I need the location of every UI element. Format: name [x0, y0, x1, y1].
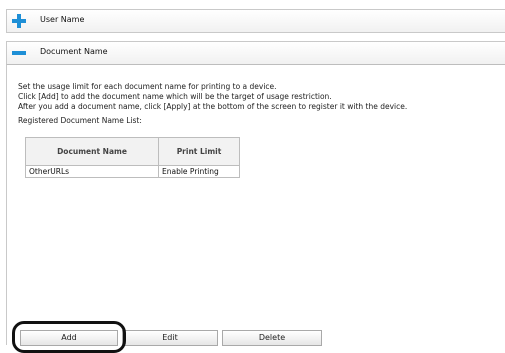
section-document-name-label: Document Name	[40, 47, 108, 56]
description-line-2: Click [Add] to add the document name whi…	[18, 92, 332, 101]
section-document-name[interactable]: Document Name	[6, 41, 505, 65]
section-user-name-label: User Name	[40, 15, 85, 24]
cell-document-name: OtherURLs	[25, 165, 159, 178]
table-row[interactable]: OtherURLs Enable Printing	[25, 165, 240, 178]
list-title: Registered Document Name List:	[18, 116, 142, 125]
description-line-1: Set the usage limit for each document na…	[18, 82, 277, 91]
minus-icon	[12, 51, 26, 55]
section-user-name[interactable]: User Name	[6, 9, 505, 33]
add-button[interactable]: Add	[20, 330, 118, 346]
table-header-row: Document Name Print Limit	[25, 137, 240, 166]
column-header-print-limit[interactable]: Print Limit	[158, 137, 240, 166]
column-header-document-name[interactable]: Document Name	[25, 137, 159, 166]
cell-print-limit: Enable Printing	[158, 165, 240, 178]
document-name-table: Document Name Print Limit OtherURLs Enab…	[25, 137, 240, 178]
delete-button[interactable]: Delete	[222, 330, 322, 346]
edit-button[interactable]: Edit	[122, 330, 218, 346]
description-line-3: After you add a document name, click [Ap…	[18, 102, 408, 111]
plus-icon	[12, 14, 26, 28]
